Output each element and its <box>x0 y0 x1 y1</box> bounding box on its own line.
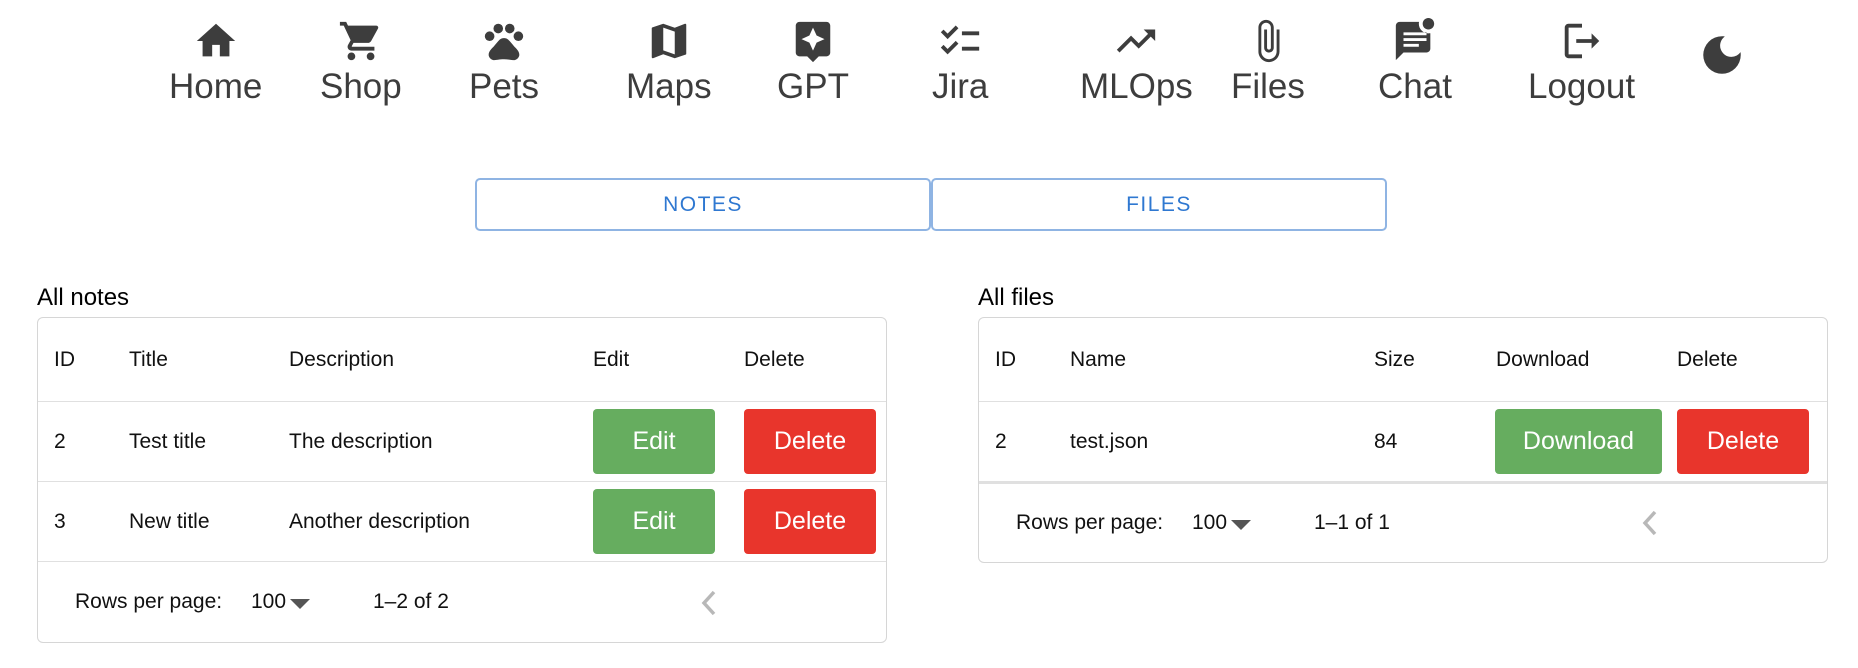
logout-icon <box>1564 23 1599 59</box>
nav-pets[interactable]: Pets <box>469 18 539 108</box>
map-icon <box>651 23 687 59</box>
column-header-id[interactable]: ID <box>995 318 1016 401</box>
rows-per-page-select[interactable]: 100 <box>1192 511 1252 535</box>
chat-bubble-icon <box>1395 18 1435 61</box>
notes-panel-title: All notes <box>37 284 130 311</box>
chevron-down-icon <box>1231 520 1252 530</box>
edit-button[interactable]: Edit <box>593 409 715 474</box>
delete-button[interactable]: Delete <box>744 489 876 554</box>
note-id: 2 <box>54 429 66 453</box>
download-button[interactable]: Download <box>1495 409 1662 474</box>
file-size: 84 <box>1374 429 1398 453</box>
paperclip-icon <box>1258 19 1280 63</box>
files-panel-title: All files <box>978 284 1055 311</box>
checklist-icon <box>941 25 980 55</box>
nav-mlops-label: MLOps <box>1080 67 1193 106</box>
column-header-delete[interactable]: Delete <box>1677 318 1738 401</box>
previous-page-button[interactable] <box>696 586 722 620</box>
pagination-range: 1–1 of 1 <box>1314 511 1390 534</box>
delete-button[interactable]: Delete <box>1677 409 1809 474</box>
nav-home-label: Home <box>169 67 263 106</box>
nav-logout[interactable]: Logout <box>1528 18 1635 108</box>
note-description: Another description <box>289 509 470 533</box>
files-table: ID Name Size Download Delete 2 test.json… <box>978 317 1828 563</box>
rows-per-page-value: 100 <box>1192 511 1228 534</box>
nav-gpt-label: GPT <box>777 67 849 106</box>
rows-per-page-label: Rows per page: <box>1016 511 1164 534</box>
table-row: 3 New title Another description Edit Del… <box>38 482 886 562</box>
notes-pagination: Rows per page: 100 1–2 of 2 <box>38 562 886 642</box>
sparkle-chat-icon <box>795 21 831 63</box>
column-header-edit[interactable]: Edit <box>593 318 629 401</box>
tab-notes[interactable]: NOTES <box>475 178 931 231</box>
column-header-download[interactable]: Download <box>1496 318 1589 401</box>
moon-icon <box>1703 36 1741 74</box>
files-header-row: ID Name Size Download Delete <box>979 318 1827 402</box>
files-pagination: Rows per page: 100 1–1 of 1 <box>979 484 1827 562</box>
column-header-name[interactable]: Name <box>1070 318 1126 401</box>
nav-chat[interactable]: Chat <box>1378 18 1452 108</box>
chevron-left-icon <box>701 590 716 616</box>
notes-header-row: ID Title Description Edit Delete <box>38 318 886 402</box>
theme-toggle-button[interactable] <box>1697 30 1747 80</box>
previous-page-button[interactable] <box>1637 506 1663 540</box>
top-nav: Home Shop Pets Maps GPT Jira MLOps Files… <box>0 0 1858 130</box>
notes-table: ID Title Description Edit Delete 2 Test … <box>37 317 887 643</box>
file-id: 2 <box>995 429 1007 453</box>
file-name: test.json <box>1070 429 1149 453</box>
chevron-left-icon <box>1642 510 1657 536</box>
nav-home[interactable]: Home <box>169 18 262 108</box>
nav-logout-label: Logout <box>1528 67 1636 106</box>
nav-pets-label: Pets <box>469 67 540 106</box>
rows-per-page-label: Rows per page: <box>75 590 223 613</box>
column-header-title[interactable]: Title <box>129 318 168 401</box>
nav-maps-label: Maps <box>626 67 712 106</box>
nav-maps[interactable]: Maps <box>626 18 712 108</box>
nav-chat-label: Chat <box>1378 67 1452 106</box>
rows-per-page-select[interactable]: 100 <box>251 590 311 614</box>
note-description: The description <box>289 429 433 453</box>
cart-icon <box>339 21 379 61</box>
tab-files[interactable]: FILES <box>931 178 1387 231</box>
column-header-description[interactable]: Description <box>289 318 394 401</box>
column-header-id[interactable]: ID <box>54 318 75 401</box>
pagination-range: 1–2 of 2 <box>373 590 449 613</box>
nav-files[interactable]: Files <box>1231 18 1305 108</box>
rows-per-page-value: 100 <box>251 590 287 613</box>
table-row: 2 Test title The description Edit Delete <box>38 402 886 482</box>
nav-jira[interactable]: Jira <box>932 18 988 108</box>
nav-files-label: Files <box>1231 67 1305 106</box>
nav-gpt[interactable]: GPT <box>777 18 849 108</box>
table-row: 2 test.json 84 Download Delete <box>979 402 1827 484</box>
column-header-delete[interactable]: Delete <box>744 318 805 401</box>
paw-icon <box>484 23 524 61</box>
note-id: 3 <box>54 509 66 533</box>
nav-jira-label: Jira <box>932 67 989 106</box>
nav-mlops[interactable]: MLOps <box>1080 18 1193 108</box>
trending-up-icon <box>1117 29 1156 53</box>
home-icon <box>196 23 235 57</box>
delete-button[interactable]: Delete <box>744 409 876 474</box>
edit-button[interactable]: Edit <box>593 489 715 554</box>
chevron-down-icon <box>290 599 311 609</box>
note-title: New title <box>129 509 210 533</box>
nav-shop[interactable]: Shop <box>320 18 402 108</box>
column-header-size[interactable]: Size <box>1374 318 1415 401</box>
nav-shop-label: Shop <box>320 67 402 106</box>
note-title: Test title <box>129 429 207 453</box>
